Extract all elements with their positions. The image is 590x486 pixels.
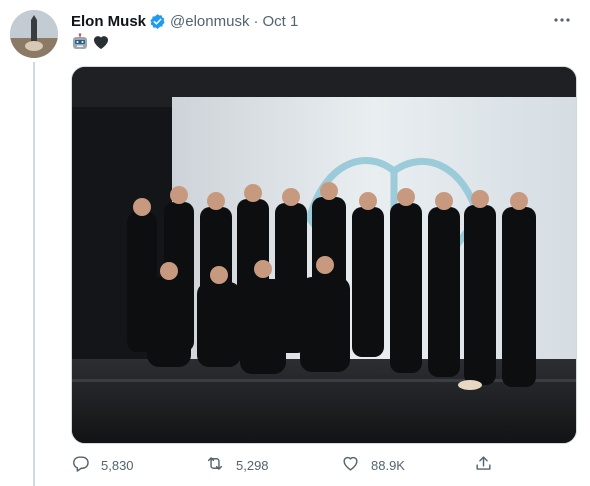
thread-line <box>33 62 35 486</box>
retweet-count: 5,298 <box>236 457 269 473</box>
black-heart-emoji <box>92 33 110 56</box>
like-icon <box>341 454 360 476</box>
tweet-text <box>71 33 110 56</box>
share-icon <box>474 454 493 476</box>
retweet-button[interactable]: 5,298 <box>205 454 269 476</box>
robot-face-emoji <box>71 33 89 56</box>
like-count: 88.9K <box>371 457 405 473</box>
tweet-date[interactable]: Oct 1 <box>262 13 298 30</box>
like-button[interactable]: 88.9K <box>341 454 405 476</box>
reply-icon <box>71 454 90 476</box>
verified-badge-icon <box>149 13 166 30</box>
tweet-header: Elon Musk @elonmusk · Oct 1 <box>71 11 298 31</box>
tweet-photo[interactable] <box>71 66 577 444</box>
share-button[interactable] <box>474 454 493 476</box>
avatar[interactable] <box>10 10 58 58</box>
tweet-actions: 5,830 5,298 88.9K <box>71 454 491 478</box>
reply-button[interactable]: 5,830 <box>71 454 134 476</box>
reply-count: 5,830 <box>101 457 134 473</box>
separator-dot: · <box>253 12 259 30</box>
more-icon[interactable] <box>550 10 574 30</box>
retweet-icon <box>205 454 225 476</box>
author-handle[interactable]: @elonmusk <box>170 13 249 30</box>
author-name[interactable]: Elon Musk <box>71 13 146 30</box>
